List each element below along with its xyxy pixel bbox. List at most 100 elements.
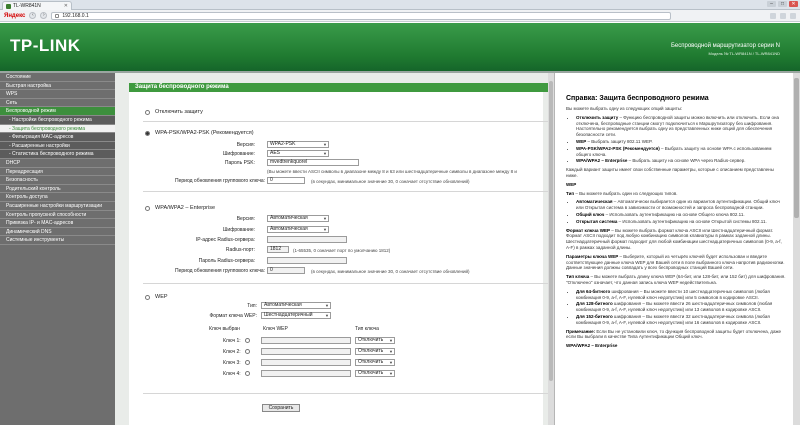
help-scrollbar[interactable] — [793, 73, 800, 425]
browser-tab[interactable]: TL-WR841N ✕ — [2, 1, 72, 10]
wep-key-3-label: Ключ 3: — [223, 360, 241, 366]
divider — [143, 283, 553, 284]
wep-key-2-input[interactable] — [261, 348, 351, 355]
sidebar-item-wireless-security[interactable]: - Защита беспроводного режима — [0, 124, 115, 134]
divider — [143, 121, 553, 122]
wep-key-3-type-value: Отключить — [358, 359, 384, 365]
main-scrollbar-thumb[interactable] — [549, 81, 553, 381]
maximize-icon[interactable]: □ — [778, 1, 787, 7]
disable-security-radio[interactable] — [145, 110, 150, 115]
wep-key-3-radio[interactable] — [245, 360, 250, 365]
help-key-type: Тип ключа – Вы можете выбрать длину ключ… — [566, 274, 786, 286]
ent-group-key-interval-input[interactable]: 0 — [267, 267, 305, 274]
window-controls: – □ ✕ — [767, 1, 798, 7]
wep-key-1-type-select[interactable]: Отключить ▼ — [355, 337, 395, 344]
sidebar-item-forwarding[interactable]: Переадресация — [0, 168, 115, 177]
page-info-icon[interactable] — [55, 13, 60, 18]
wep-key-2-radio[interactable] — [245, 349, 250, 354]
psk-password-label: Пароль PSK: — [224, 160, 255, 166]
chevron-down-icon: ▼ — [325, 313, 329, 318]
back-icon[interactable]: ‹ — [29, 12, 37, 19]
sidebar-item-quick-setup[interactable]: Быстрая настройка — [0, 82, 115, 91]
wep-key-1-radio[interactable] — [245, 338, 250, 343]
sidebar-item-wireless-settings[interactable]: - Настройки беспроводного режима — [0, 115, 115, 125]
wep-key-3-input[interactable] — [261, 359, 351, 366]
wpa-psk-version-select[interactable]: WPA2-PSK ▼ — [267, 141, 329, 148]
close-window-icon[interactable]: ✕ — [789, 1, 798, 7]
wep-key-2-type-select[interactable]: Отключить ▼ — [355, 348, 395, 355]
sidebar-item-wireless[interactable]: Беспроводной режим — [0, 107, 115, 116]
sidebar-menu: Состояние Быстрая настройка WPS Сеть Бес… — [0, 73, 115, 425]
browser-tab-bar: TL-WR841N ✕ – □ ✕ — [0, 0, 800, 10]
wep-key-2-label: Ключ 2: — [223, 349, 241, 355]
help-scrollbar-thumb[interactable] — [794, 78, 799, 218]
sidebar-item-mac-filtering[interactable]: - Фильтрация MAC-адресов — [0, 133, 115, 142]
chevron-down-icon: ▼ — [389, 360, 393, 365]
bookmark-icon[interactable] — [770, 12, 776, 19]
wep-key-4-input[interactable] — [261, 370, 351, 377]
help-title: Справка: Защита беспроводного режима — [566, 95, 709, 102]
wpa-psk-radio[interactable] — [145, 131, 150, 136]
sidebar-item-dhcp[interactable]: DHCP — [0, 159, 115, 168]
save-button[interactable]: Сохранить — [262, 404, 300, 412]
help-option-text: – Выбрать защиту на основе WPA через Rad… — [627, 158, 746, 164]
sidebar-item-ddns[interactable]: Динамический DNS — [0, 228, 115, 237]
downloads-icon[interactable] — [780, 12, 786, 19]
wep-key-1-input[interactable] — [261, 337, 351, 344]
wpa-enterprise-encryption-select[interactable]: Автоматическая ▼ — [267, 226, 329, 233]
sidebar-item-security[interactable]: Безопасность — [0, 176, 115, 185]
minimize-icon[interactable]: – — [767, 1, 776, 7]
sidebar-item-network[interactable]: Сеть — [0, 99, 115, 108]
help-paragraph: Каждый вариант защиты имеет свои собстве… — [566, 167, 774, 178]
psk-group-key-interval-input[interactable]: 0 — [267, 177, 305, 184]
wep-key-3-type-select[interactable]: Отключить ▼ — [355, 359, 395, 366]
main-scrollbar[interactable] — [548, 73, 554, 425]
wep-key-4-type-select[interactable]: Отключить ▼ — [355, 370, 395, 377]
sidebar-item-wps[interactable]: WPS — [0, 90, 115, 99]
radius-port-note: (1-65535, 0 означает порт по умолчанию 1… — [293, 248, 391, 253]
sidebar-item-wireless-advanced[interactable]: - Расширенные настройки — [0, 141, 115, 151]
radius-ip-label: IP-адрес Radius-сервера: — [195, 237, 255, 243]
sidebar-item-advanced-routing[interactable]: Расширенные настройки маршрутизации — [0, 202, 115, 211]
menu-icon[interactable] — [790, 12, 796, 19]
help-type-item: Автоматическая – Автоматически выбираетс… — [576, 199, 786, 211]
sidebar-item-wireless-statistics[interactable]: - Статистика беспроводного режима — [0, 150, 115, 159]
wpa-enterprise-radio[interactable] — [145, 206, 150, 211]
sidebar-item-bandwidth-control[interactable]: Контроль пропускной способности — [0, 211, 115, 220]
sidebar-item-status[interactable]: Состояние — [0, 73, 115, 82]
help-intro: Вы можете выбрать одну из следующих опци… — [566, 106, 683, 111]
sidebar-item-parental-control[interactable]: Родительский контроль — [0, 185, 115, 194]
wpa-psk-version-label: Версия: — [236, 142, 255, 148]
browser-tab-title: TL-WR841N — [13, 3, 41, 9]
browser-brand[interactable]: Яндекс — [4, 13, 25, 19]
wpa-enterprise-version-select[interactable]: Автоматическая ▼ — [267, 215, 329, 222]
wpa-psk-encryption-label: Шифрование: — [222, 151, 255, 157]
radius-password-input[interactable] — [267, 257, 347, 264]
url-field[interactable]: 192.168.0.1 — [51, 11, 672, 20]
sidebar-item-ip-mac-binding[interactable]: Привязка IP- и MAC-адресов — [0, 219, 115, 228]
wep-radio[interactable] — [145, 295, 150, 300]
wpa-psk-encryption-value: AES — [270, 150, 281, 156]
wep-key-4-radio[interactable] — [245, 371, 250, 376]
help-key-item: Для 128-битного шифрования – Вы можете в… — [576, 301, 786, 313]
chevron-down-icon: ▼ — [323, 142, 327, 147]
wep-col-type: Тип ключа — [355, 326, 379, 332]
wep-format-select[interactable]: Шестнадцатеричный ▼ — [261, 312, 331, 319]
help-wep-heading: WEP — [566, 182, 786, 188]
radius-password-label: Пароль Radius-сервера: — [198, 258, 255, 264]
chevron-down-icon: ▼ — [389, 371, 393, 376]
help-term-text: – Использовать аутентификацию на основе … — [604, 211, 745, 217]
sidebar-item-system-tools[interactable]: Системные инструменты — [0, 236, 115, 245]
close-tab-icon[interactable]: ✕ — [64, 3, 68, 9]
radius-ip-input[interactable] — [267, 236, 347, 243]
wpa-psk-encryption-select[interactable]: AES ▼ — [267, 150, 329, 157]
radius-port-input[interactable]: 1812 — [267, 246, 289, 253]
help-term: Примечание: — [566, 328, 596, 334]
psk-password-input[interactable]: mvedtrenkquorel — [267, 159, 359, 166]
wep-key-2-type-value: Отключить — [358, 348, 384, 354]
wep-col-selected: Ключ выбран — [209, 326, 240, 332]
forward-icon[interactable]: › — [40, 12, 48, 19]
wep-type-select[interactable]: Автоматическая ▼ — [261, 302, 331, 309]
sidebar-item-access-control[interactable]: Контроль доступа — [0, 193, 115, 202]
ent-group-key-interval-note: (в секундах, минимальное значение 30, 0 … — [311, 269, 470, 274]
